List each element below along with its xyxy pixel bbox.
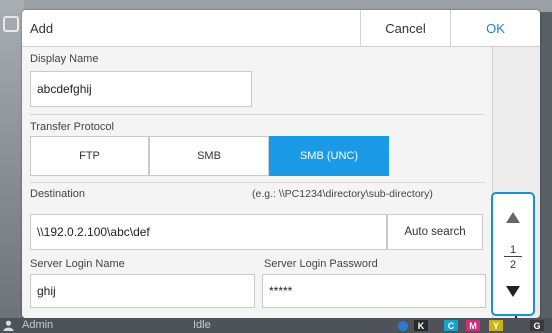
divider xyxy=(30,182,485,183)
machine-status: Idle xyxy=(193,319,211,331)
ink-g-indicator: G xyxy=(530,320,544,331)
user-icon xyxy=(3,320,14,331)
server-login-name-label: Server Login Name xyxy=(30,258,125,270)
arrow-down-icon xyxy=(506,285,520,297)
ink-y-indicator: Y xyxy=(489,320,503,331)
display-name-label: Display Name xyxy=(30,53,99,65)
background-panel-left xyxy=(0,0,24,333)
page-fraction-line xyxy=(504,256,522,257)
ink-c-indicator: C xyxy=(444,320,458,331)
home-icon xyxy=(3,16,19,32)
divider xyxy=(30,114,485,115)
destination-label: Destination xyxy=(30,188,86,200)
protocol-smb-button[interactable]: SMB xyxy=(149,136,269,176)
user-name: Admin xyxy=(22,319,54,331)
destination-hint: (e.g.: \\PC1234\directory\sub-directory) xyxy=(252,188,433,200)
transfer-protocol-label: Transfer Protocol xyxy=(30,121,114,133)
auto-search-button[interactable]: Auto search xyxy=(387,214,483,250)
ink-m-indicator: M xyxy=(466,320,480,331)
arrow-up-icon xyxy=(506,211,520,223)
dialog-title: Add xyxy=(30,21,54,36)
current-page: 1 xyxy=(509,244,517,256)
page-scroller: 1 2 xyxy=(491,192,535,316)
cancel-button[interactable]: Cancel xyxy=(360,10,450,46)
dialog-header: Add Cancel OK xyxy=(22,10,540,47)
status-bar: Admin Idle K C M Y G xyxy=(0,318,552,333)
ok-button[interactable]: OK xyxy=(450,10,540,46)
protocol-ftp-button[interactable]: FTP xyxy=(30,136,149,176)
server-login-password-label: Server Login Password xyxy=(264,258,378,270)
gauge-icon xyxy=(398,321,408,331)
server-login-password-field[interactable]: ***** xyxy=(262,274,486,308)
server-login-name-field[interactable]: ghij xyxy=(30,274,255,308)
add-dialog: Add Cancel OK Display Name abcdefghij Tr… xyxy=(22,10,540,318)
destination-field[interactable]: \\192.0.2.100\abc\def xyxy=(30,214,387,250)
protocol-smb-unc-button[interactable]: SMB (UNC) xyxy=(269,136,389,176)
display-name-field[interactable]: abcdefghij xyxy=(30,71,252,107)
scroll-up-button[interactable] xyxy=(493,194,533,240)
ink-k-indicator: K xyxy=(414,320,428,331)
scroll-down-button[interactable] xyxy=(493,268,533,314)
